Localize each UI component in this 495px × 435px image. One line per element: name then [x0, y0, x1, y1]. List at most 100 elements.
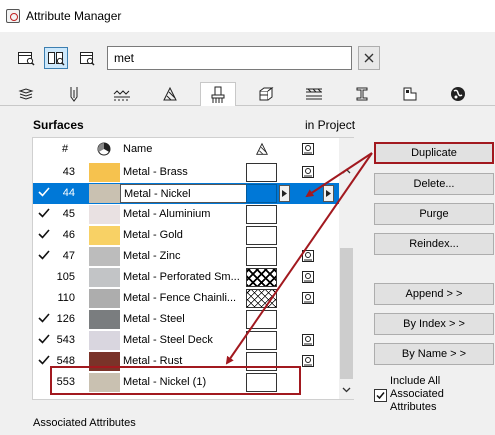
surface-name: Metal - Steel — [123, 313, 185, 325]
tab-line-types[interactable] — [104, 82, 140, 106]
append-button[interactable]: Append > > — [374, 283, 494, 305]
window-title: Attribute Manager — [26, 9, 122, 23]
surface-number: 47 — [62, 250, 75, 262]
usage-checkmark — [37, 311, 51, 327]
fill-pattern-box[interactable] — [246, 352, 277, 371]
delete-button[interactable]: Delete... — [374, 173, 494, 195]
surface-name: Metal - Rust — [123, 355, 183, 367]
list-item[interactable]: 105 Metal - Perforated Sm... — [33, 267, 339, 288]
color-swatch[interactable] — [89, 331, 120, 350]
color-swatch[interactable] — [89, 268, 120, 287]
column-fill[interactable] — [255, 142, 269, 159]
list-item[interactable]: 553 Metal - Nickel (1) — [33, 372, 339, 393]
profiles-icon — [356, 87, 368, 101]
tab-composites[interactable] — [296, 82, 332, 106]
fill-pattern-box[interactable] — [246, 205, 277, 224]
by-index-button[interactable]: By Index > > — [374, 313, 494, 335]
color-swatch[interactable] — [89, 352, 120, 371]
triangle-right-icon — [282, 190, 287, 197]
surface-name-field[interactable] — [120, 184, 248, 203]
fill-pattern-box[interactable] — [246, 331, 277, 350]
list-item[interactable]: 47 Metal - Zinc — [33, 246, 339, 267]
checkmark-icon — [38, 334, 50, 344]
color-swatch[interactable] — [89, 289, 120, 308]
fill-pattern-box[interactable] — [246, 268, 277, 287]
list-item[interactable]: 110 Metal - Fence Chainli... — [33, 288, 339, 309]
include-all-checkbox[interactable] — [374, 389, 387, 402]
fill-pattern-box[interactable] — [246, 226, 277, 245]
column-color[interactable] — [97, 142, 111, 159]
triangle-right-icon — [326, 190, 331, 197]
surface-number: 543 — [56, 334, 75, 346]
tab-building-materials[interactable] — [248, 82, 284, 106]
surface-number: 44 — [62, 187, 75, 199]
include-all-label: Include All Associated Attributes — [390, 375, 444, 413]
fill-popup-button[interactable] — [279, 185, 290, 202]
color-swatch[interactable] — [89, 205, 120, 224]
list-item[interactable]: 45 Metal - Aluminium — [33, 204, 339, 225]
fill-pattern-box[interactable] — [246, 373, 277, 392]
tab-layers[interactable] — [8, 82, 44, 106]
right-panel-button[interactable] — [74, 47, 98, 69]
list-scrollbar[interactable] — [339, 138, 354, 399]
scroll-thumb[interactable] — [340, 248, 353, 379]
scroll-down-button[interactable] — [339, 381, 354, 398]
column-in-project[interactable] — [301, 142, 315, 159]
list-item[interactable]: 44 — [33, 183, 339, 204]
column-name[interactable]: Name — [123, 143, 152, 155]
both-panels-button[interactable] — [44, 47, 68, 69]
in-project-icon — [302, 292, 314, 304]
list-item[interactable]: 46 Metal - Gold — [33, 225, 339, 246]
list-item[interactable]: 548 Metal - Rust — [33, 351, 339, 372]
scroll-up-button[interactable] — [339, 162, 354, 179]
color-swatch[interactable] — [89, 310, 120, 329]
clear-search-button[interactable] — [358, 46, 380, 70]
color-swatch[interactable] — [89, 226, 120, 245]
reindex-button[interactable]: Reindex... — [374, 233, 494, 255]
in-project-icon — [301, 333, 315, 350]
list-item[interactable]: 543 Metal - Steel Deck — [33, 330, 339, 351]
fill-types-icon — [256, 142, 268, 155]
surface-name: Metal - Steel Deck — [123, 334, 213, 346]
surface-number: 105 — [56, 271, 75, 283]
surface-name: Metal - Gold — [123, 229, 183, 241]
fill-pattern-box[interactable] — [246, 310, 277, 329]
left-panel-button[interactable] — [14, 47, 38, 69]
zone-categories-icon — [403, 87, 417, 101]
color-wheel-icon — [97, 142, 111, 156]
tab-profiles[interactable] — [344, 82, 380, 106]
fill-pattern-box[interactable] — [246, 163, 277, 182]
tab-markup-styles[interactable] — [440, 82, 476, 106]
by-name-button[interactable]: By Name > > — [374, 343, 494, 365]
duplicate-button[interactable]: Duplicate — [374, 142, 494, 164]
fill-pattern-box[interactable] — [246, 247, 277, 266]
purge-button[interactable]: Purge — [374, 203, 494, 225]
in-project-icon — [302, 355, 314, 367]
surface-name: Metal - Nickel (1) — [123, 376, 207, 388]
checkmark-icon — [38, 313, 50, 323]
search-input[interactable] — [107, 46, 352, 70]
list-item[interactable]: 43 Metal - Brass — [33, 162, 339, 183]
usage-checkmark — [37, 332, 51, 348]
color-swatch[interactable] — [89, 373, 120, 392]
right-panel-icon — [80, 52, 95, 66]
usage-checkmark — [37, 269, 51, 285]
column-number[interactable]: # — [62, 143, 68, 155]
tab-pens[interactable] — [56, 82, 92, 106]
color-swatch[interactable] — [89, 163, 120, 182]
in-project-icon — [302, 271, 314, 283]
usage-checkmark — [37, 248, 51, 264]
vectorial-popup-button[interactable] — [323, 185, 334, 202]
list-item[interactable]: 126 Metal - Steel — [33, 309, 339, 330]
include-all-option[interactable]: Include All Associated Attributes — [374, 375, 494, 419]
chevron-up-icon — [342, 168, 351, 173]
color-swatch[interactable] — [89, 247, 120, 266]
tab-surfaces[interactable] — [200, 82, 236, 107]
fill-pattern-box[interactable] — [246, 289, 277, 308]
fill-pattern-box[interactable] — [246, 184, 277, 203]
color-swatch[interactable] — [89, 184, 120, 203]
in-project-icon — [301, 354, 315, 371]
tab-fill-types[interactable] — [152, 82, 188, 106]
in-project-icon — [302, 334, 314, 346]
tab-zone-categories[interactable] — [392, 82, 428, 106]
